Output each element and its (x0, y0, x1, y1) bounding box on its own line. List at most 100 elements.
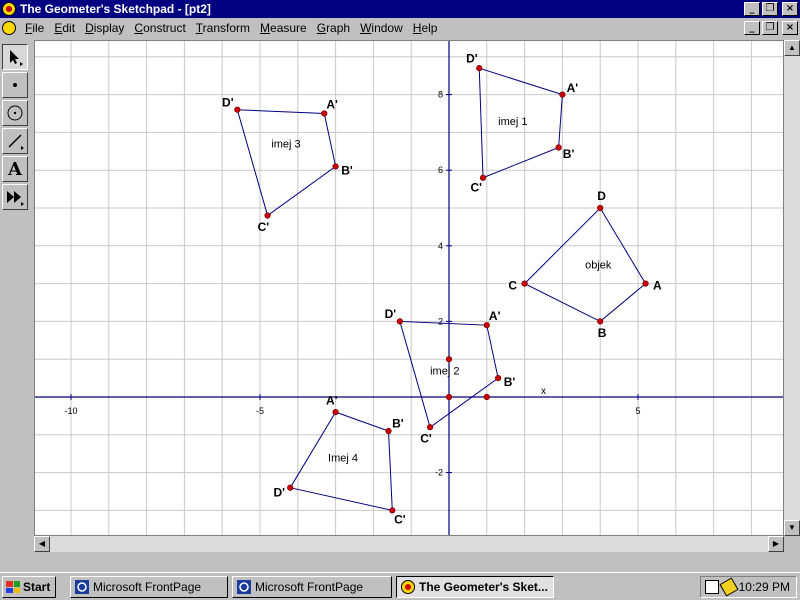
menu-bar: File Edit Display Construct Transform Measure… (0, 18, 800, 38)
axis-point[interactable] (483, 393, 490, 401)
task-label: The Geometer's Sket... (419, 580, 548, 594)
vertex-point[interactable] (385, 427, 392, 435)
vertex-point[interactable] (396, 318, 403, 325)
window-title: The Geometer's Sketchpad - [pt2] (20, 2, 211, 16)
vertex-point[interactable] (521, 280, 528, 287)
x-tick-label: 5 (635, 406, 640, 416)
vertex-label: D' (274, 486, 286, 500)
doc-close-button[interactable]: × (782, 21, 798, 35)
vertex-point[interactable] (597, 204, 604, 212)
toolbox: A (2, 44, 30, 212)
graph-plot[interactable]: -10 -5 5 8 6 4 2 -2 x objek A B C Dimej 1 A' B' C' D' imej… (35, 41, 784, 536)
document-icon[interactable] (2, 21, 16, 35)
vertex-point[interactable] (427, 424, 434, 431)
vertex-point[interactable] (234, 106, 241, 113)
taskbar: Start Microsoft FrontPage Microsoft Fron… (0, 572, 800, 600)
menu-item-construct[interactable]: Construct (129, 21, 190, 35)
vertex-label: A' (489, 309, 501, 323)
system-tray: 10:29 PM (700, 576, 797, 598)
vertex-label: D' (385, 307, 397, 321)
arrow-tool[interactable] (2, 44, 28, 70)
sketchpad-app-icon[interactable] (2, 2, 16, 16)
x-tick-label: -5 (256, 406, 264, 416)
frontpage-icon (75, 580, 89, 594)
axis-point[interactable] (445, 393, 453, 401)
scroll-up-button[interactable]: ▲ (784, 40, 800, 56)
start-button[interactable]: Start (2, 576, 56, 598)
quadrilateral (236, 109, 337, 217)
vertical-scrollbar[interactable]: ▲ ▼ (784, 40, 800, 536)
minimize-button[interactable]: _ (744, 2, 760, 16)
menu-item-edit[interactable]: Edit (49, 21, 80, 35)
menu-item-graph[interactable]: Graph (312, 21, 355, 35)
task-frontpage-1[interactable]: Microsoft FrontPage (70, 576, 228, 598)
vertex-point[interactable] (321, 110, 328, 117)
scheduler-icon[interactable] (705, 580, 719, 594)
point-tool[interactable] (2, 72, 28, 98)
windows-flag-icon (6, 581, 20, 593)
compass-tool-icon (7, 105, 23, 121)
menu-item-window[interactable]: Window (355, 21, 408, 35)
menu-item-measure[interactable]: Measure (255, 21, 312, 35)
vertex-point[interactable] (476, 65, 483, 72)
task-sketchpad[interactable]: The Geometer's Sket... (396, 576, 554, 598)
y-tick-label: 4 (438, 241, 443, 251)
vertex-point[interactable] (642, 280, 649, 287)
menu-item-transform[interactable]: Transform (191, 21, 255, 35)
x-tick-label: -10 (64, 406, 77, 416)
shape-name-label: imej 1 (498, 116, 527, 128)
vertex-label: D (597, 189, 606, 203)
task-label: Microsoft FrontPage (255, 580, 364, 594)
maximize-button[interactable]: ❐ (762, 2, 778, 16)
pen-icon[interactable] (719, 577, 739, 597)
x-axis-label: x (541, 386, 546, 397)
task-frontpage-2[interactable]: Microsoft FrontPage (232, 576, 392, 598)
vertex-label: D' (466, 52, 478, 66)
vertex-point[interactable] (559, 91, 566, 98)
script-tool-icon (7, 191, 24, 206)
frontpage-icon (237, 580, 251, 594)
compass-tool[interactable] (2, 100, 28, 126)
clock[interactable]: 10:29 PM (739, 580, 790, 594)
scroll-right-button[interactable]: ▶ (768, 536, 784, 552)
doc-minimize-button[interactable]: _ (744, 21, 760, 35)
vertex-point[interactable] (555, 144, 562, 151)
vertex-label: A (653, 279, 662, 293)
scroll-down-button[interactable]: ▼ (784, 520, 800, 536)
vertex-point[interactable] (597, 318, 604, 325)
axis-point[interactable] (445, 356, 453, 363)
sketch-canvas[interactable]: -10 -5 5 8 6 4 2 -2 x objek A B C Dimej 1 A' B' C' D' imej… (34, 40, 784, 536)
vertex-point[interactable] (332, 163, 339, 170)
start-label: Start (23, 580, 51, 594)
vertex-label: B (598, 326, 607, 340)
straightedge-tool[interactable] (2, 128, 28, 154)
vertex-label: B' (504, 375, 516, 389)
scroll-left-button[interactable]: ◀ (34, 536, 50, 552)
close-button[interactable]: × (782, 2, 798, 16)
vertex-point[interactable] (483, 322, 490, 329)
menu-item-help[interactable]: Help (408, 21, 443, 35)
y-tick-label: -2 (435, 468, 443, 478)
shape-name-label: Imej 4 (328, 452, 358, 464)
shape-name-label: objek (585, 259, 612, 271)
menu-item-file[interactable]: File (20, 21, 49, 35)
vertex-label: C (508, 278, 517, 292)
vertex-label: A' (326, 97, 338, 111)
vertex-point[interactable] (287, 484, 294, 491)
text-tool[interactable]: A (2, 156, 28, 182)
script-tool[interactable] (2, 184, 28, 210)
vertex-point[interactable] (495, 375, 502, 382)
vertex-label: A' (567, 81, 579, 95)
vertex-point[interactable] (264, 212, 271, 219)
straightedge-tool-icon (8, 134, 24, 150)
shape-name-label: imej 3 (271, 139, 300, 151)
vertex-point[interactable] (332, 409, 339, 416)
vertex-label: B' (563, 147, 575, 161)
sketchpad-task-icon (401, 580, 415, 594)
doc-restore-button[interactable]: ❐ (762, 21, 778, 35)
arrow-tool-icon (10, 50, 23, 66)
horizontal-scrollbar[interactable]: ◀ ▶ (34, 536, 784, 552)
menu-item-display[interactable]: Display (80, 21, 129, 35)
shape-name-label: imej 2 (430, 365, 459, 377)
task-label: Microsoft FrontPage (93, 580, 202, 594)
